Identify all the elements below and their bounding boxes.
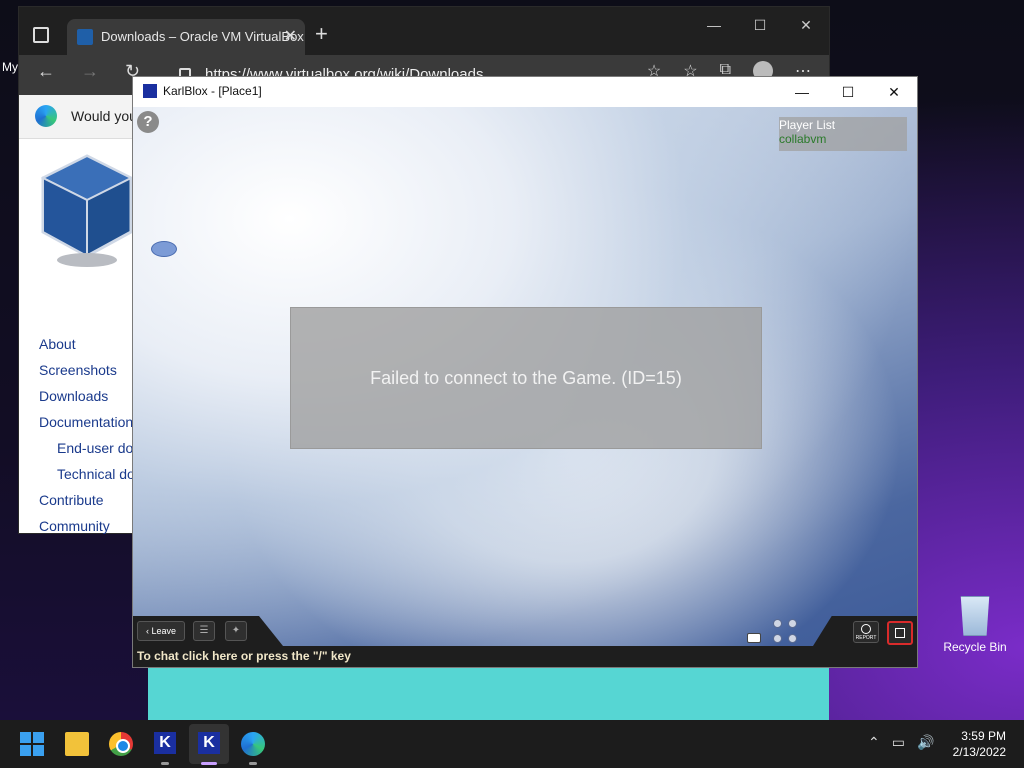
recycle-bin-icon (960, 596, 990, 636)
zoom-controls (773, 619, 799, 645)
list-icon[interactable]: ☰ (193, 621, 215, 641)
system-tray: ⌃ ▭ 🔊 (868, 734, 934, 751)
volume-icon[interactable]: 🔊 (917, 734, 934, 751)
recycle-bin-label: Recycle Bin (943, 640, 1007, 654)
leave-button[interactable]: ‹ Leave (137, 621, 185, 641)
nav-link-screenshots[interactable]: Screenshots (39, 357, 135, 383)
running-indicator (161, 762, 169, 765)
clock[interactable]: 3:59 PM 2/13/2022 (953, 728, 1006, 760)
start-button[interactable] (20, 732, 44, 756)
running-indicator (249, 762, 257, 765)
network-icon[interactable]: ▭ (892, 734, 905, 751)
help-button[interactable]: ? (137, 111, 159, 133)
desktop-icon-label[interactable]: My (2, 60, 18, 74)
bottom-left-toolbar: ‹ Leave ☰ ✦ (133, 616, 283, 646)
fullscreen-icon (895, 628, 905, 638)
zoom-out-alt-icon[interactable] (788, 634, 797, 643)
nav-link-end-user-docs[interactable]: End-user do (39, 435, 135, 461)
start-tile-icon (20, 745, 31, 756)
maximize-button[interactable]: ☐ (825, 77, 871, 107)
player-list-title: Player List (779, 118, 836, 132)
window-controls: — ☐ ✕ (779, 77, 917, 107)
edge-icon (35, 105, 57, 127)
browser-titlebar[interactable]: Downloads – Oracle VM VirtualBox ✕ + — ☐… (19, 7, 829, 55)
window-title: KarlBlox - [Place1] (163, 84, 262, 98)
bottom-right-toolbar: REPORT (813, 616, 917, 646)
active-indicator (201, 762, 217, 765)
clock-date: 2/13/2022 (952, 745, 1006, 759)
zoom-in-icon[interactable] (773, 619, 782, 628)
tab-actions-icon[interactable] (33, 27, 49, 43)
zoom-out-icon[interactable] (773, 634, 782, 643)
back-button[interactable]: ← (37, 61, 55, 82)
zoom-in-alt-icon[interactable] (788, 619, 797, 628)
edge-icon[interactable] (241, 732, 265, 756)
nav-link-downloads[interactable]: Downloads (39, 383, 135, 409)
tool-icon[interactable]: ✦ (225, 621, 247, 641)
clock-time: 3:59 PM (961, 729, 1006, 743)
game-viewport[interactable]: ? Player List collabvm Failed to connect… (133, 107, 917, 667)
nav-link-contribute[interactable]: Contribute (39, 487, 135, 513)
infobar-text: Would you (71, 108, 137, 124)
karlblox-launcher-icon[interactable]: K (154, 732, 176, 754)
fullscreen-button[interactable] (887, 621, 913, 645)
new-tab-button[interactable]: + (315, 21, 328, 47)
start-tile-icon (20, 732, 31, 743)
file-explorer-icon[interactable] (65, 732, 89, 756)
karlblox-app-icon[interactable]: K (198, 732, 220, 754)
minimize-button[interactable]: — (779, 77, 825, 107)
error-message: Failed to connect to the Game. (ID=15) (370, 368, 682, 388)
karlblox-titlebar[interactable]: KarlBlox - [Place1] — ☐ ✕ (133, 77, 917, 107)
virtualbox-logo (40, 154, 134, 267)
browser-window-controls: — ☐ ✕ (691, 7, 829, 43)
chat-hint: To chat click here or press the "/" key (137, 649, 351, 663)
start-tile-icon (33, 732, 44, 743)
maximize-button[interactable]: ☐ (737, 7, 783, 43)
close-button[interactable]: ✕ (783, 7, 829, 43)
chat-bar[interactable]: To chat click here or press the "/" key (133, 646, 917, 667)
minimize-button[interactable]: — (691, 7, 737, 43)
player-name: collabvm (779, 132, 827, 146)
taskbar: K K ⌃ ▭ 🔊 3:59 PM 2/13/2022 (0, 720, 1024, 768)
leave-label: Leave (151, 626, 177, 636)
chrome-icon[interactable] (109, 732, 133, 756)
tab-close-icon[interactable]: ✕ (284, 19, 297, 55)
forward-button[interactable]: → (81, 61, 99, 82)
player-list: Player List collabvm (779, 117, 907, 151)
nav-link-documentation[interactable]: Documentation (39, 409, 135, 435)
karlblox-logo-icon (143, 84, 157, 98)
error-dialog: Failed to connect to the Game. (ID=15) (290, 307, 762, 449)
nav-link-about[interactable]: About (39, 331, 135, 357)
side-nav: About Screenshots Downloads Documentatio… (39, 331, 135, 539)
nav-link-community[interactable]: Community (39, 513, 135, 539)
recycle-bin[interactable]: Recycle Bin (940, 596, 1010, 654)
virtualbox-favicon-icon (77, 29, 93, 45)
nav-link-technical-docs[interactable]: Technical do (39, 461, 135, 487)
report-button[interactable]: REPORT (853, 621, 879, 643)
chevron-up-icon[interactable]: ⌃ (868, 734, 880, 751)
report-label: REPORT (855, 635, 877, 641)
browser-tab[interactable]: Downloads – Oracle VM VirtualBox ✕ (67, 19, 305, 55)
karlblox-window[interactable]: KarlBlox - [Place1] — ☐ ✕ ? Player List … (132, 76, 918, 668)
close-button[interactable]: ✕ (871, 77, 917, 107)
report-icon (861, 624, 871, 634)
tab-title: Downloads – Oracle VM VirtualBox (101, 29, 304, 44)
chat-bubble-icon[interactable] (151, 241, 177, 257)
start-tile-icon (33, 745, 44, 756)
camera-icon[interactable] (747, 633, 761, 643)
